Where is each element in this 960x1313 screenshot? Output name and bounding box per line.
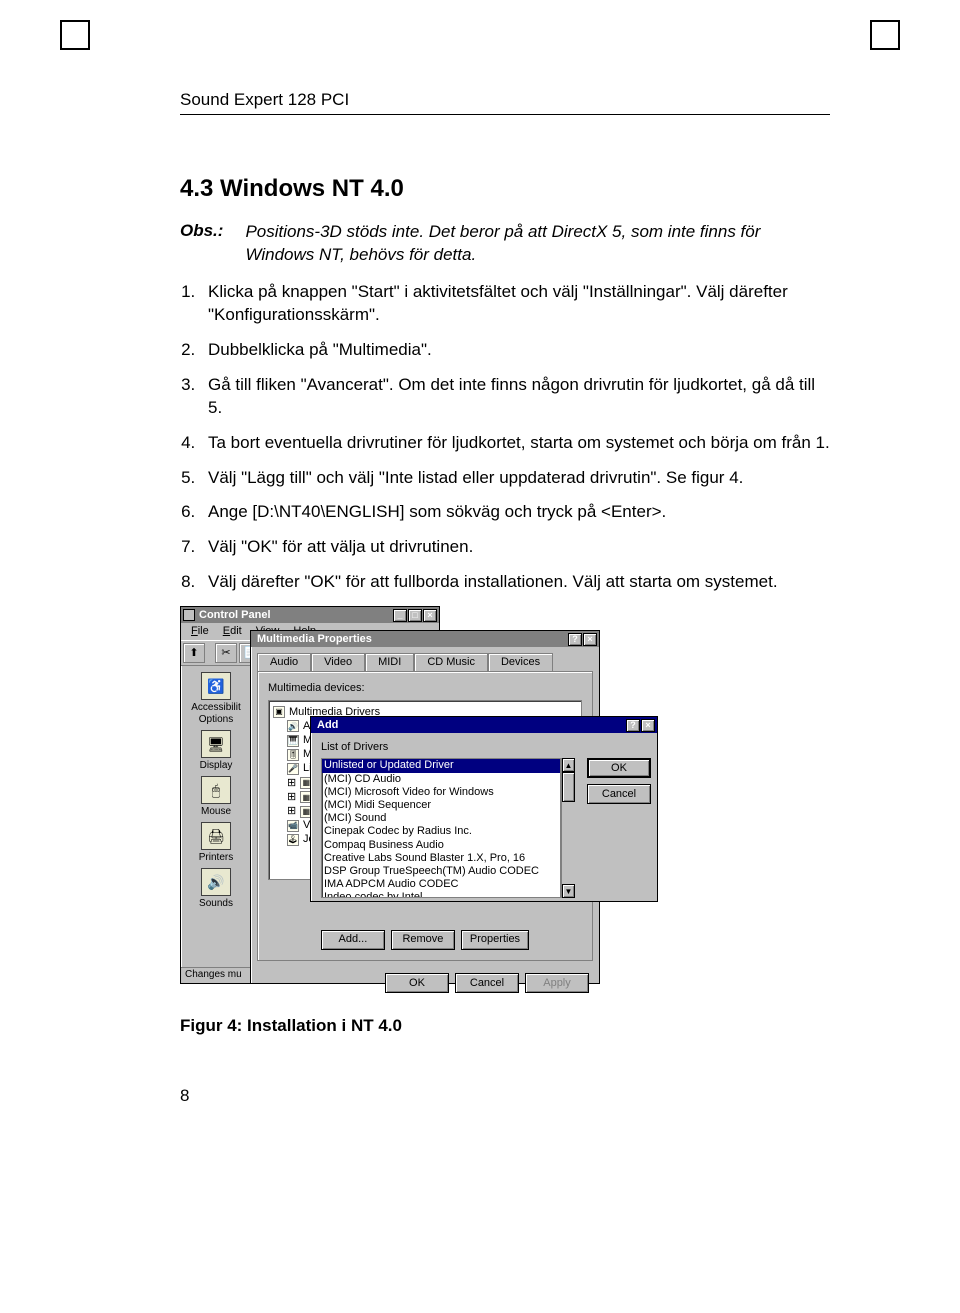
control-panel-titlebar: Control Panel _ □ × <box>181 607 439 623</box>
running-header: Sound Expert 128 PCI <box>180 90 830 115</box>
toolbar-cut-icon[interactable]: ✂ <box>215 643 237 663</box>
sounds-icon: 🔊 <box>201 868 231 896</box>
list-item[interactable]: (MCI) CD Audio <box>322 773 560 786</box>
help-button[interactable]: ? <box>568 633 582 646</box>
tree-label: Multimedia devices: <box>268 682 582 695</box>
list-item[interactable]: Compaq Business Audio <box>322 839 560 852</box>
minimize-button[interactable]: _ <box>393 609 407 622</box>
printer-icon: 🖨 <box>201 822 231 850</box>
step-item: Ange [D:\NT40\ENGLISH] som sökväg och tr… <box>200 501 830 524</box>
close-button[interactable]: × <box>583 633 597 646</box>
close-button[interactable]: × <box>641 719 655 732</box>
tab-audio[interactable]: Audio <box>257 653 311 671</box>
list-item-selected[interactable]: Unlisted or Updated Driver <box>322 759 560 772</box>
page-number: 8 <box>180 1086 830 1106</box>
list-item[interactable]: Indeo codec by Intel <box>322 891 560 898</box>
display-icon: 🖥 <box>201 730 231 758</box>
scrollbar[interactable]: ▲ ▼ <box>561 758 575 898</box>
window-title: Multimedia Properties <box>257 633 372 646</box>
list-item[interactable]: DSP Group TrueSpeech(TM) Audio CODEC <box>322 865 560 878</box>
scroll-thumb[interactable] <box>562 772 575 802</box>
properties-button[interactable]: Properties <box>461 930 529 950</box>
cancel-button[interactable]: Cancel <box>455 973 519 993</box>
steps-list: Klicka på knappen "Start" i aktivitetsfä… <box>180 281 830 594</box>
add-titlebar: Add ? × <box>311 717 657 733</box>
tab-video[interactable]: Video <box>311 653 365 671</box>
cp-item-sounds[interactable]: 🔊 Sounds <box>185 868 247 910</box>
step-item: Klicka på knappen "Start" i aktivitetsfä… <box>200 281 830 327</box>
device-icon: 🎚 <box>287 749 299 761</box>
figure-4-screenshot: Control Panel _ □ × File Edit View Help … <box>180 606 830 986</box>
step-item: Välj "Lägg till" och välj "Inte listad e… <box>200 467 830 490</box>
device-icon: 🔊 <box>287 720 299 732</box>
figure-caption: Figur 4: Installation i NT 4.0 <box>180 1016 830 1036</box>
cp-label: Display <box>185 760 247 772</box>
menu-edit[interactable]: Edit <box>217 624 248 639</box>
cp-item-display[interactable]: 🖥 Display <box>185 730 247 772</box>
device-icon: 🕹 <box>287 834 299 846</box>
crop-mark-top-left <box>60 20 90 50</box>
tab-devices[interactable]: Devices <box>488 653 553 671</box>
device-icon: 🎤 <box>287 763 299 775</box>
remove-button[interactable]: Remove <box>391 930 455 950</box>
mouse-icon: 🖱 <box>201 776 231 804</box>
crop-mark-top-right <box>870 20 900 50</box>
window-title: Add <box>317 719 338 732</box>
apply-button[interactable]: Apply <box>525 973 589 993</box>
scroll-up-icon[interactable]: ▲ <box>562 758 575 772</box>
step-item: Dubbelklicka på "Multimedia". <box>200 339 830 362</box>
ok-button[interactable]: OK <box>587 758 651 778</box>
help-button[interactable]: ? <box>626 719 640 732</box>
section-heading: 4.3 Windows NT 4.0 <box>180 175 830 203</box>
step-item: Ta bort eventuella drivrutiner för ljudk… <box>200 432 830 455</box>
observation-note: Obs.: Positions-3D stöds inte. Det beror… <box>180 221 830 267</box>
folder-icon: ▣ <box>273 706 285 718</box>
cp-item-accessibility[interactable]: ♿ AccessibilitOptions <box>185 672 247 726</box>
add-dialog: Add ? × List of Drivers Unlisted or Upda… <box>310 716 658 902</box>
close-button[interactable]: × <box>423 609 437 622</box>
list-item[interactable]: (MCI) Microsoft Video for Windows <box>322 786 560 799</box>
mm-titlebar: Multimedia Properties ? × <box>251 631 599 647</box>
obs-label: Obs.: <box>180 221 223 267</box>
cp-item-mouse[interactable]: 🖱 Mouse <box>185 776 247 818</box>
cp-label: Sounds <box>185 898 247 910</box>
tab-midi[interactable]: MIDI <box>365 653 414 671</box>
toolbar-up-icon[interactable]: ⬆ <box>183 643 205 663</box>
device-icon: 📹 <box>287 820 299 832</box>
ok-button[interactable]: OK <box>385 973 449 993</box>
tab-cd-music[interactable]: CD Music <box>414 653 488 671</box>
accessibility-icon: ♿ <box>201 672 231 700</box>
list-item[interactable]: Cinepak Codec by Radius Inc. <box>322 825 560 838</box>
step-item: Gå till fliken "Avancerat". Om det inte … <box>200 374 830 420</box>
add-button[interactable]: Add... <box>321 930 385 950</box>
obs-text: Positions-3D stöds inte. Det beror på at… <box>245 221 830 267</box>
list-label: List of Drivers <box>311 733 657 758</box>
step-item: Välj därefter "OK" för att fullborda ins… <box>200 571 830 594</box>
list-item[interactable]: IMA ADPCM Audio CODEC <box>322 878 560 891</box>
cp-item-printers[interactable]: 🖨 Printers <box>185 822 247 864</box>
tabs: Audio Video MIDI CD Music Devices <box>251 647 599 671</box>
cp-label: Printers <box>185 852 247 864</box>
list-item[interactable]: (MCI) Sound <box>322 812 560 825</box>
device-icon: 🎹 <box>287 735 299 747</box>
list-item[interactable]: Creative Labs Sound Blaster 1.X, Pro, 16 <box>322 852 560 865</box>
cancel-button[interactable]: Cancel <box>587 784 651 804</box>
cp-label: Mouse <box>185 806 247 818</box>
step-item: Välj "OK" för att välja ut drivrutinen. <box>200 536 830 559</box>
window-title: Control Panel <box>199 609 271 622</box>
maximize-button[interactable]: □ <box>408 609 422 622</box>
window-icon <box>183 609 195 621</box>
driver-listbox[interactable]: Unlisted or Updated Driver (MCI) CD Audi… <box>321 758 561 898</box>
dialog-footer: OK Cancel Apply <box>251 967 599 1001</box>
scroll-down-icon[interactable]: ▼ <box>562 884 575 898</box>
menu-file[interactable]: File <box>185 624 215 639</box>
cp-label: AccessibilitOptions <box>185 702 247 726</box>
list-item[interactable]: (MCI) Midi Sequencer <box>322 799 560 812</box>
